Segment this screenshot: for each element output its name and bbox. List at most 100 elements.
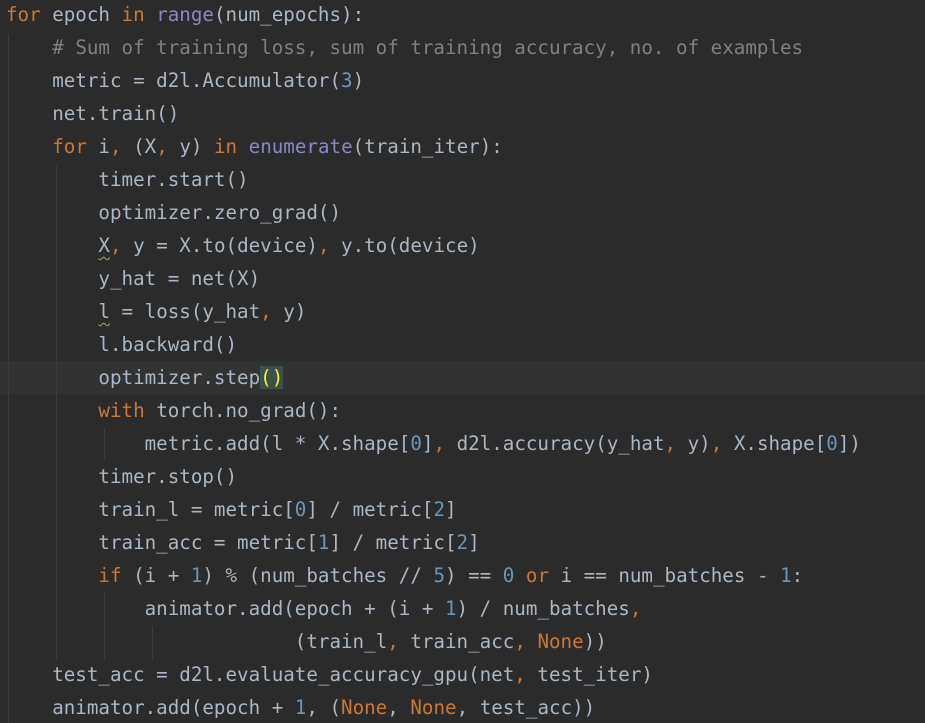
code-token: train_acc = metric[ [6, 531, 318, 554]
code-token: y) [676, 432, 711, 455]
code-token: , [514, 630, 526, 653]
code-line[interactable]: y_hat = net(X) [6, 262, 260, 295]
code-token: metric = d2l.Accumulator( [6, 69, 342, 92]
code-token: 0 [410, 432, 422, 455]
code-token: in [213, 135, 238, 158]
code-token: , [156, 135, 168, 158]
code-token: 0 [502, 564, 515, 587]
code-line[interactable]: for i, (X, y) in enumerate(train_iter): [6, 130, 503, 163]
code-line[interactable]: with torch.no_grad(): [6, 394, 341, 427]
code-line[interactable]: l.backward() [6, 328, 237, 361]
code-line[interactable]: train_l = metric[0] / metric[2] [6, 493, 457, 526]
code-token: , [456, 696, 469, 719]
code-token: for [6, 3, 41, 26]
code-token: , [260, 300, 272, 323]
code-token: 1 [444, 597, 457, 620]
code-token: = loss(y_hat [109, 300, 261, 323]
code-token: , [387, 630, 399, 653]
code-line[interactable]: for epoch in range(num_epochs): [6, 0, 364, 31]
code-token: X [98, 234, 110, 257]
code-token: ) [352, 69, 365, 92]
code-token: 1 [294, 696, 307, 719]
code-editor[interactable]: for epoch in range(num_epochs): # Sum of… [0, 0, 925, 723]
code-token: enumerate [248, 135, 353, 158]
code-token: )) [583, 630, 607, 653]
code-token: 3 [341, 69, 353, 92]
code-token: None [537, 630, 584, 653]
code-token: ] / metric[ [329, 531, 457, 554]
code-token: (X [121, 135, 157, 158]
code-line[interactable]: metric = d2l.Accumulator(3) [6, 64, 364, 97]
code-line[interactable]: animator.add(epoch + 1, (None, None, tes… [6, 691, 595, 723]
code-token: , [514, 663, 526, 686]
code-token: ] [468, 531, 480, 554]
code-token: y = X.to(device) [121, 234, 318, 257]
code-token: y) [271, 300, 307, 323]
code-line[interactable]: if (i + 1) % (num_batches // 5) == 0 or … [6, 559, 803, 592]
code-token: metric.add(l * X.shape[ [6, 432, 411, 455]
code-line[interactable]: # Sum of training loss, sum of training … [6, 31, 803, 64]
code-token: test_acc = d2l.evaluate_accuracy_gpu(net [6, 663, 515, 686]
code-token: ]) [837, 432, 861, 455]
code-token: optimizer.step [6, 366, 261, 389]
code-token: None [410, 696, 457, 719]
code-token: # Sum of training loss, sum of training … [52, 36, 804, 59]
code-token: timer.start() [6, 168, 249, 191]
code-line[interactable]: l = loss(y_hat, y) [6, 295, 306, 328]
code-token: y.to(device) [329, 234, 480, 257]
code-token: or [525, 564, 550, 587]
code-token: test_iter) [525, 663, 653, 686]
code-token: epoch [40, 3, 122, 26]
code-line[interactable]: test_acc = d2l.evaluate_accuracy_gpu(net… [6, 658, 653, 691]
code-line[interactable]: X, y = X.to(device), y.to(device) [6, 229, 480, 262]
code-line[interactable]: metric.add(l * X.shape[0], d2l.accuracy(… [6, 427, 861, 460]
code-token: 1 [317, 531, 330, 554]
code-line[interactable]: timer.start() [6, 163, 249, 196]
code-token: 5 [433, 564, 446, 587]
code-token: None [341, 696, 388, 719]
code-token: ) % (num_batches // [202, 564, 434, 587]
code-token: (train_iter): [352, 135, 503, 158]
code-token: , [109, 234, 122, 257]
code-token: 2 [456, 531, 469, 554]
code-token: ( [317, 696, 342, 719]
code-token: ) == [445, 564, 503, 587]
code-token: test_acc)) [468, 696, 596, 719]
code-token: ] [421, 432, 434, 455]
code-token: () [260, 366, 284, 389]
code-token: , [317, 234, 330, 257]
code-token: 0 [294, 498, 307, 521]
code-token: (num_epochs): [213, 3, 365, 26]
code-token: range [156, 3, 214, 26]
code-token: 0 [826, 432, 838, 455]
code-token: 1 [780, 564, 792, 587]
code-token: , [433, 432, 446, 455]
code-line[interactable]: train_acc = metric[1] / metric[2] [6, 526, 480, 559]
code-line[interactable]: optimizer.zero_grad() [6, 196, 341, 229]
code-line[interactable]: net.train() [6, 97, 179, 130]
code-token: , [629, 597, 642, 620]
code-token: with [98, 399, 145, 422]
code-token: , [664, 432, 677, 455]
code-line[interactable]: timer.stop() [6, 460, 237, 493]
code-token: y_hat = net(X) [6, 267, 261, 290]
code-token: 2 [433, 498, 445, 521]
code-token: , [710, 432, 723, 455]
code-token: animator.add(epoch + (i + [6, 597, 445, 620]
code-token: ] [445, 498, 457, 521]
code-token: i [86, 135, 110, 158]
code-line[interactable]: (train_l, train_acc, None)) [6, 625, 607, 658]
code-token: y) [167, 135, 214, 158]
code-line[interactable]: animator.add(epoch + (i + 1) / num_batch… [6, 592, 642, 625]
code-token: , [306, 696, 318, 719]
code-line[interactable]: optimizer.step() [6, 361, 284, 394]
code-token: i == num_batches - [549, 564, 781, 587]
